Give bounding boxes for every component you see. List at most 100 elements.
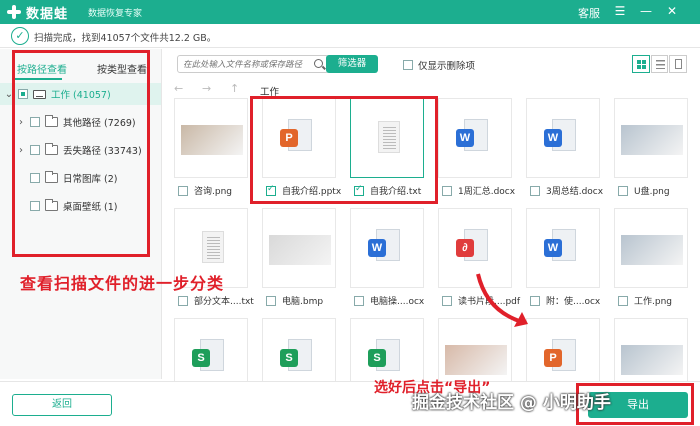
file-thumbnail[interactable]: W [438, 98, 512, 178]
file-thumbnail[interactable] [174, 98, 248, 178]
search-icon[interactable] [314, 59, 323, 68]
file-thumbnail[interactable] [262, 208, 336, 288]
chevron-right-icon[interactable]: › [16, 145, 26, 156]
file-caption: 工作.png [618, 294, 700, 307]
text-line [207, 258, 220, 259]
tree-item-daily-gallery[interactable]: 日常图库 (2) [30, 168, 117, 188]
watermark: 掘金技术社区 @ 小明助手 [412, 393, 611, 413]
text-line [207, 240, 220, 241]
file-type-badge: S [368, 349, 386, 367]
search-box[interactable] [177, 55, 329, 73]
app-logo: 数据蛙 [6, 2, 68, 22]
file-name: U盘.png [634, 187, 670, 197]
filter-button[interactable]: 筛选器 [326, 55, 378, 73]
file-checkbox[interactable] [442, 185, 452, 196]
file-thumbnail[interactable] [614, 318, 688, 383]
scan-status-text: 扫描完成，找到41057个文件共12.2 GB。 [34, 33, 217, 44]
text-line [383, 145, 396, 146]
file-thumbnail[interactable]: P [526, 318, 600, 383]
word-file-icon: W [456, 119, 496, 159]
powerpoint-file-icon: P [544, 339, 584, 379]
file-caption: 电脑操....ocx [354, 294, 438, 307]
file-name: 自我介绍.txt [370, 187, 422, 197]
file-checkbox[interactable] [530, 295, 540, 306]
forward-arrow-icon[interactable]: → [202, 82, 211, 95]
text-line [207, 246, 220, 247]
file-thumbnail[interactable]: S [350, 318, 424, 383]
text-line [207, 243, 220, 244]
tree-item-other-paths[interactable]: › 其他路径 (7269) [16, 112, 136, 132]
tree-checkbox[interactable] [18, 89, 28, 99]
text-file-icon [368, 119, 408, 159]
text-line [383, 136, 396, 137]
logo-cross-icon [6, 4, 22, 20]
tree-item-lost-paths[interactable]: › 丢失路径 (33743) [16, 140, 142, 160]
tree-checkbox[interactable] [30, 173, 40, 183]
tree-item-desktop-wallpaper[interactable]: 桌面壁纸 (1) [30, 196, 117, 216]
minimize-icon[interactable]: — [638, 3, 654, 19]
file-caption: 1周汇总.docx [442, 184, 526, 197]
file-checkbox[interactable] [530, 185, 540, 196]
list-view-button[interactable] [650, 55, 669, 73]
file-thumbnail[interactable]: W [526, 98, 600, 178]
file-thumbnail[interactable] [614, 208, 688, 288]
file-checkbox[interactable] [178, 185, 188, 196]
current-path: 工作 [260, 87, 280, 98]
text-line [207, 249, 220, 250]
file-caption: 咨询.png [178, 184, 262, 197]
back-arrow-icon[interactable]: ← [174, 82, 183, 95]
file-caption: 电脑.bmp [266, 294, 350, 307]
image-preview-icon [621, 125, 683, 155]
chevron-down-icon[interactable]: ⌄ [4, 89, 14, 100]
tree-checkbox[interactable] [30, 117, 40, 127]
excel-file-icon: S [192, 339, 232, 379]
file-checkbox[interactable] [354, 295, 364, 306]
word-file-icon: W [368, 229, 408, 269]
only-deleted-toggle[interactable]: 仅显示删除项 [403, 58, 475, 72]
file-thumbnail[interactable]: S [174, 318, 248, 383]
nav-row: ← → ↑ 工作 [170, 82, 695, 98]
tree-item-work[interactable]: ⌄ 工作 (41057) [4, 84, 111, 104]
up-arrow-icon[interactable]: ↑ [230, 82, 239, 95]
file-checkbox[interactable] [354, 184, 364, 196]
file-checkbox[interactable] [618, 295, 628, 306]
tree-label: 日常图库 (2) [63, 174, 118, 185]
text-line [383, 142, 396, 143]
file-type-badge: W [368, 239, 386, 257]
tree-checkbox[interactable] [30, 145, 40, 155]
back-button[interactable]: 返回 [12, 394, 112, 416]
folder-icon [45, 115, 58, 127]
file-thumbnail[interactable]: W [526, 208, 600, 288]
file-checkbox[interactable] [618, 185, 628, 196]
folder-icon [45, 143, 58, 155]
file-thumbnail[interactable]: W [350, 208, 424, 288]
toolbar: 筛选器 仅显示删除项 [170, 55, 695, 77]
chevron-right-icon[interactable]: › [16, 117, 26, 128]
tree-checkbox[interactable] [30, 201, 40, 211]
tab-by-type[interactable]: 按类型查看 [97, 61, 147, 76]
file-type-badge: W [544, 129, 562, 147]
menu-icon[interactable]: ☰ [612, 3, 628, 19]
only-deleted-label: 仅显示删除项 [418, 61, 476, 72]
only-deleted-checkbox[interactable] [403, 60, 413, 70]
file-thumbnail[interactable] [350, 98, 424, 178]
file-checkbox[interactable] [178, 295, 188, 306]
grid-view-button[interactable] [632, 55, 650, 73]
annotation-note-left: 查看扫描文件的进一步分类 [20, 274, 225, 293]
file-checkbox[interactable] [266, 295, 276, 306]
file-thumbnail[interactable]: P [262, 98, 336, 178]
detail-view-button[interactable] [669, 55, 688, 73]
check-circle-icon: ✓ [11, 27, 29, 45]
file-thumbnail[interactable]: S [262, 318, 336, 383]
image-preview-icon [269, 235, 331, 265]
search-input[interactable] [183, 58, 309, 71]
file-checkbox[interactable] [266, 184, 276, 196]
file-type-badge: ∂ [456, 239, 474, 257]
tab-by-path[interactable]: 按路径查看 [17, 61, 67, 76]
close-icon[interactable]: ✕ [664, 3, 680, 19]
file-caption: 3周总结.docx [530, 184, 614, 197]
customer-service-link[interactable]: 客服 [578, 5, 600, 21]
view-mode-switch [632, 55, 688, 73]
file-thumbnail[interactable] [614, 98, 688, 178]
file-checkbox[interactable] [442, 295, 452, 306]
